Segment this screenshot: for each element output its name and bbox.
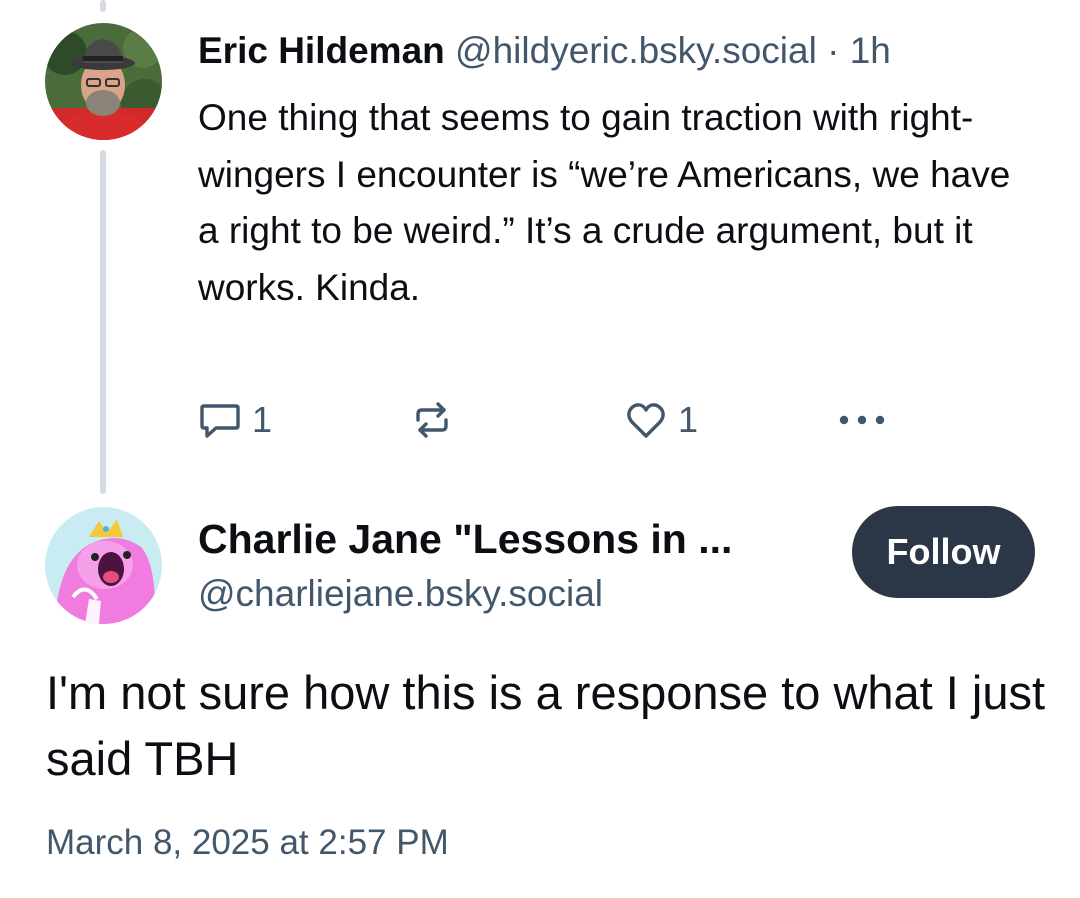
post-timestamp: March 8, 2025 at 2:57 PM: [46, 823, 449, 862]
post-header: Eric Hildeman @hildyeric.bsky.social · 1…: [198, 26, 891, 76]
reply-author-handle[interactable]: @charliejane.bsky.social: [198, 570, 603, 618]
like-button[interactable]: 1: [624, 398, 698, 442]
like-count: 1: [678, 399, 699, 440]
reply-button[interactable]: 1: [198, 398, 272, 442]
follow-button[interactable]: Follow: [852, 506, 1035, 598]
ellipsis-icon: [836, 398, 888, 442]
separator-dot: ·: [827, 30, 840, 71]
more-options-button[interactable]: [836, 398, 888, 442]
reply-author-name[interactable]: Charlie Jane "Lessons in ...: [198, 514, 732, 564]
reply-text: I'm not sure how this is a response to w…: [46, 666, 1046, 785]
reply-count: 1: [252, 399, 273, 440]
thread-line: [100, 150, 106, 494]
repost-arrows-icon: [410, 398, 454, 442]
avatar[interactable]: [45, 23, 162, 140]
heart-icon: [624, 398, 668, 442]
speech-bubble-icon: [198, 398, 242, 442]
reply-avatar[interactable]: [45, 507, 162, 624]
thread-line-top: [100, 0, 106, 12]
post-age[interactable]: 1h: [850, 30, 891, 71]
author-name[interactable]: Eric Hildeman: [198, 30, 445, 71]
author-handle[interactable]: @hildyeric.bsky.social: [455, 30, 817, 71]
post-text: One thing that seems to gain traction wi…: [198, 97, 1011, 308]
repost-button[interactable]: [410, 398, 454, 442]
